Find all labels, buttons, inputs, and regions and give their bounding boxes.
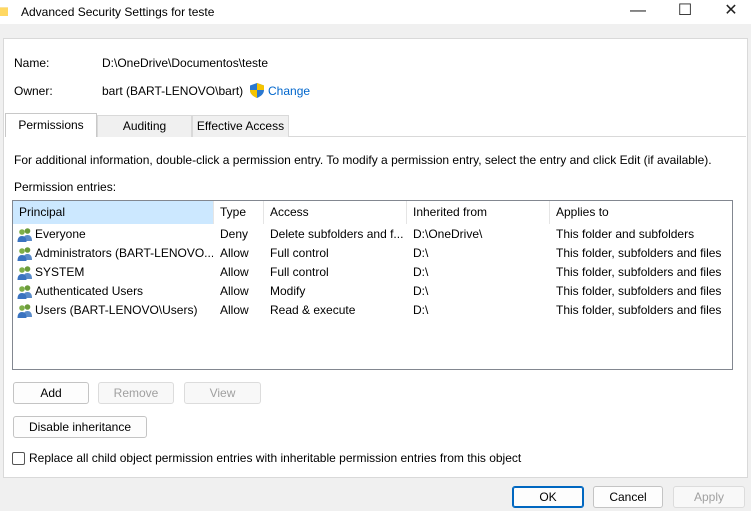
cell-principal: SYSTEM <box>35 265 85 279</box>
column-header-principal[interactable]: Principal <box>13 201 214 224</box>
column-header-applies-to[interactable]: Applies to <box>550 201 732 224</box>
maximize-button[interactable]: ☐ <box>662 0 708 24</box>
minimize-button[interactable]: — <box>615 0 661 24</box>
cell-inherited-from: D:\ <box>413 246 429 260</box>
uac-shield-icon <box>250 83 264 98</box>
cell-principal: Everyone <box>35 227 86 241</box>
cancel-button[interactable]: Cancel <box>593 486 663 508</box>
ok-button[interactable]: OK <box>512 486 584 508</box>
user-group-icon <box>17 285 32 299</box>
permission-entries-label: Permission entries: <box>14 180 117 194</box>
table-row[interactable]: Users (BART-LENOVO\Users) Allow Read & exe… <box>13 301 732 320</box>
cell-access: Modify <box>270 284 306 298</box>
table-row[interactable]: Everyone Deny Delete subfolders and f... D:… <box>13 225 732 244</box>
tab-permissions[interactable]: Permissions <box>5 113 97 137</box>
column-header-type[interactable]: Type <box>214 201 264 224</box>
window-title: Advanced Security Settings for teste <box>21 5 215 19</box>
tab-effective-access[interactable]: Effective Access <box>192 115 289 137</box>
cell-applies-to: This folder, subfolders and files <box>556 246 722 260</box>
cell-inherited-from: D:\ <box>413 265 429 279</box>
user-group-icon <box>17 228 32 242</box>
cell-type: Deny <box>220 227 249 241</box>
name-value: D:\OneDrive\Documentos\teste <box>102 56 269 70</box>
column-header-inherited-from[interactable]: Inherited from <box>407 201 550 224</box>
cell-type: Allow <box>220 303 249 317</box>
table-row[interactable]: Administrators (BART-LENOVO... Allow Full … <box>13 244 732 263</box>
tab-auditing[interactable]: Auditing <box>97 115 192 137</box>
remove-button[interactable]: Remove <box>98 382 174 404</box>
cell-applies-to: This folder and subfolders <box>556 227 695 241</box>
permissions-info-text: For additional information, double-click… <box>14 153 712 167</box>
cell-applies-to: This folder, subfolders and files <box>556 265 722 279</box>
cell-access: Delete subfolders and f... <box>270 227 404 241</box>
cell-applies-to: This folder, subfolders and files <box>556 284 722 298</box>
cell-type: Allow <box>220 246 249 260</box>
replace-child-permissions-label: Replace all child object permission entr… <box>29 451 522 465</box>
cell-principal: Users (BART-LENOVO\Users) <box>35 303 198 317</box>
cell-access: Full control <box>270 246 329 260</box>
apply-button[interactable]: Apply <box>673 486 745 508</box>
user-group-icon <box>17 247 32 261</box>
cell-access: Full control <box>270 265 329 279</box>
close-button[interactable]: ✕ <box>708 0 751 24</box>
folder-icon <box>0 7 8 16</box>
cell-type: Allow <box>220 284 249 298</box>
cell-inherited-from: D:\ <box>413 303 429 317</box>
disable-inheritance-button[interactable]: Disable inheritance <box>13 416 147 438</box>
table-row[interactable]: SYSTEM Allow Full control D:\ This folder, s… <box>13 263 732 282</box>
owner-label: Owner: <box>14 84 53 98</box>
owner-value: bart (BART-LENOVO\bart) <box>102 84 244 98</box>
cell-access: Read & execute <box>270 303 356 317</box>
cell-inherited-from: D:\OneDrive\ <box>413 227 483 241</box>
column-header-access[interactable]: Access <box>264 201 407 224</box>
cell-principal: Authenticated Users <box>35 284 144 298</box>
name-label: Name: <box>14 56 50 70</box>
add-button[interactable]: Add <box>13 382 89 404</box>
user-group-icon <box>17 304 32 318</box>
user-group-icon <box>17 266 32 280</box>
cell-inherited-from: D:\ <box>413 284 429 298</box>
title-bar: Advanced Security Settings for teste — ☐… <box>0 0 751 24</box>
list-header: Principal Type Access Inherited from App… <box>13 201 732 224</box>
replace-child-permissions-checkbox[interactable] <box>12 452 25 465</box>
permission-entries-list[interactable]: Principal Type Access Inherited from App… <box>12 200 733 370</box>
cell-principal: Administrators (BART-LENOVO... <box>35 246 213 260</box>
change-owner-link[interactable]: Change <box>268 84 310 98</box>
cell-applies-to: This folder, subfolders and files <box>556 303 722 317</box>
cell-type: Allow <box>220 265 249 279</box>
view-button[interactable]: View <box>184 382 261 404</box>
table-row[interactable]: Authenticated Users Allow Modify D:\ This fo… <box>13 282 732 301</box>
